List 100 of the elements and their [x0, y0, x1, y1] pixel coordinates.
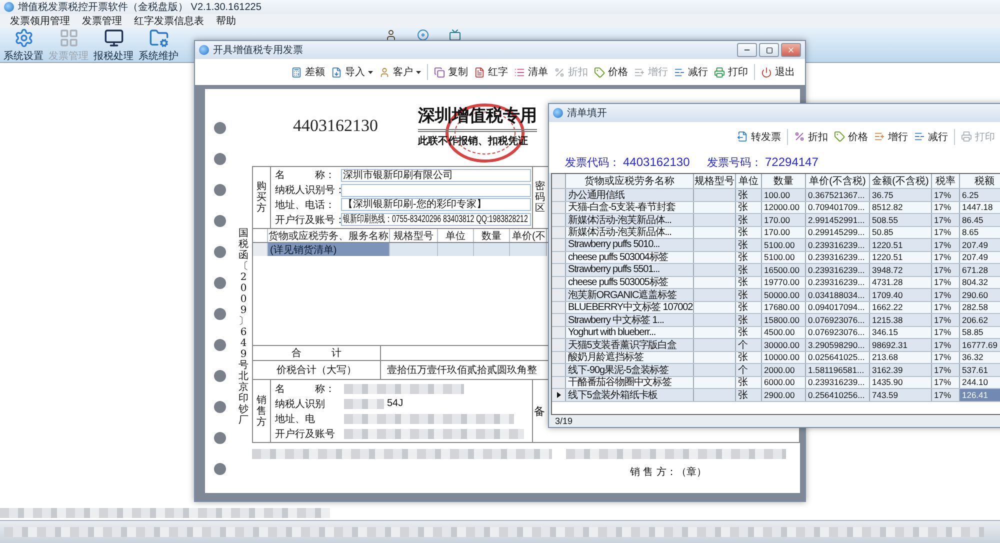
- table-row[interactable]: 线下-90g果泥-5盒装标签 个 2000.00 1.581196581... 3162.39 17% 537.61: [552, 364, 1000, 376]
- row-header: [552, 302, 566, 313]
- column-header: 单价(不含税): [806, 174, 870, 188]
- user-icon[interactable]: [385, 29, 397, 41]
- toolbar-button[interactable]: 退出: [761, 65, 795, 79]
- table-row[interactable]: Strawberry 中文标签 1... 张 15800.00 0.076923076... 1215.38 17% 206.62: [552, 314, 1000, 326]
- toolbar-button[interactable]: 系统维护: [137, 28, 180, 62]
- maximize-button[interactable]: [759, 43, 779, 57]
- table-cell[interactable]: [390, 243, 438, 256]
- list-plus-icon: [874, 131, 885, 142]
- table-row[interactable]: 线下5盒装外箱纸卡板 张 2900.00 0.256410256... 743.59 17% 126.41: [552, 389, 1000, 402]
- table-cell: 213.68: [870, 352, 932, 363]
- toolbar-button[interactable]: 减行: [674, 65, 708, 79]
- table-cell[interactable]: [474, 243, 510, 256]
- table-cell: 1662.22: [870, 302, 932, 313]
- copy-icon: [434, 66, 445, 78]
- row-header: [552, 214, 566, 226]
- table-cell: 17680.00: [762, 302, 806, 313]
- toolbar-button[interactable]: 报税处理: [92, 28, 135, 62]
- table-cell: 17%: [932, 252, 960, 263]
- toolbar-button[interactable]: 价格: [594, 65, 628, 79]
- toolbar-button[interactable]: 打印: [714, 65, 748, 79]
- window-logo-icon: [553, 108, 563, 118]
- table-cell: Strawberry puffs 5501...: [566, 264, 694, 276]
- input-field[interactable]: [341, 184, 531, 197]
- table-cell: 5100.00: [762, 252, 806, 263]
- table-cell[interactable]: [438, 243, 474, 256]
- table-row[interactable]: Strawberry puffs 5501... 张 16500.00 0.239316239... 3948.72 17% 671.28: [552, 264, 1000, 276]
- field-label: 名 称：: [274, 169, 336, 182]
- table-row[interactable]: 泡芙新ORGANIC遮盖标签 张 50000.00 0.034188034... 1709.40 17% 290.60: [552, 289, 1000, 302]
- disc-icon[interactable]: [417, 29, 429, 41]
- table-cell: 671.28: [960, 264, 1000, 276]
- tag-icon: [594, 66, 605, 78]
- table-cell: 17%: [932, 339, 960, 350]
- table-cell: 2.991452991...: [806, 214, 870, 226]
- toolbar-button[interactable]: 转发票: [737, 130, 781, 144]
- toolbar-button[interactable]: 导入: [331, 65, 373, 79]
- table-row[interactable]: 办公通用信纸 张 100.00 0.367521367... 36.75 17% 6.25: [552, 189, 1000, 202]
- table-cell: 17%: [932, 189, 960, 200]
- invoice-code: 4403162130: [623, 155, 691, 169]
- table-row[interactable]: 酸奶月龄遮挡标签 张 10000.00 0.025641025... 213.68 17% 36.32: [552, 352, 1000, 364]
- table-row[interactable]: 天猫5支装香薰识字版白盒 个 30000.00 3.290598290... 98692.31 17% 16777.69: [552, 339, 1000, 352]
- table-row[interactable]: BLUEBERRY中文标签 107002 张 17680.00 0.094017094... 1662.22 17% 282.58: [552, 302, 1000, 314]
- list-icon: [514, 66, 525, 78]
- toolbar-button[interactable]: 系统设置: [2, 28, 45, 62]
- table-cell: BLUEBERRY中文标签 107002: [566, 302, 694, 313]
- table-row[interactable]: Yoghurt with blueberr... 张 4500.00 0.076923076... 346.15 17% 58.85: [552, 326, 1000, 339]
- table-cell: 50.85: [870, 226, 932, 238]
- menu-item[interactable]: 发票管理: [77, 14, 127, 28]
- table-cell: 1220.51: [870, 239, 932, 250]
- table-cell: 0.709401709...: [806, 202, 870, 213]
- toolbar-button[interactable]: 红字: [474, 65, 508, 79]
- table-cell: 0.025641025...: [806, 352, 870, 363]
- table-cell: 98692.31: [870, 339, 932, 350]
- toolbar-button[interactable]: 折扣: [794, 130, 828, 144]
- table-row[interactable]: Strawberry puffs 5010... 张 5100.00 0.239316239... 1220.51 17% 207.49: [552, 239, 1000, 252]
- toolbar-button[interactable]: 客户: [379, 65, 421, 79]
- table-row[interactable]: cheese puffs 503004标签 张 5100.00 0.239316239... 1220.51 17% 207.49: [552, 252, 1000, 264]
- row-header: [552, 326, 566, 338]
- table-cell: 张: [736, 389, 762, 400]
- menu-item[interactable]: 红字发票信息表: [129, 14, 209, 28]
- app-logo-icon: [4, 2, 14, 12]
- invoice-number: 72294147: [765, 155, 820, 169]
- table-cell: 207.49: [960, 252, 1000, 263]
- table-row[interactable]: 干酪番茄谷物圈中文标签 张 6000.00 0.239316239... 1435.90 17% 244.10: [552, 376, 1000, 389]
- toolbar-button[interactable]: 清单: [514, 65, 548, 79]
- field-label: 地址、电话：: [274, 198, 336, 212]
- table-cell: 张: [736, 239, 762, 250]
- table-row[interactable]: 新媒体活动-泡芙新品体... 张 170.00 0.299145299... 50.85 17% 8.65: [552, 226, 1000, 239]
- toolbar-button[interactable]: 增行: [874, 130, 908, 144]
- table-row[interactable]: cheese puffs 503005标签 张 19770.00 0.239316239... 4731.28 17% 804.32: [552, 276, 1000, 289]
- table-row[interactable]: 新媒体活动-泡芙新品体... 张 170.00 2.991452991... 508.55 17% 86.45: [552, 214, 1000, 226]
- toolbar-button[interactable]: 复制: [434, 65, 468, 79]
- folder-gear-icon: [148, 28, 168, 48]
- table-cell[interactable]: (详见销货清单): [268, 243, 390, 256]
- toolbar-button[interactable]: 价格: [834, 130, 868, 144]
- table-row[interactable]: 天猫-白盒-5支装-春节封套 张 12000.00 0.709401709... 8512.82 17% 1447.18: [552, 202, 1000, 214]
- table-cell: 537.61: [960, 364, 1000, 376]
- window-logo-icon: [199, 45, 209, 55]
- table-cell: 1220.51: [870, 252, 932, 263]
- table-cell: 17%: [932, 289, 960, 300]
- menu-item[interactable]: 发票领用管理: [5, 14, 75, 28]
- percent-icon: [794, 131, 805, 142]
- table-cell: 58.85: [960, 326, 1000, 338]
- table-cell: 0.076923076...: [806, 314, 870, 326]
- menu-item[interactable]: 帮助: [211, 14, 241, 28]
- table-cell[interactable]: [510, 243, 547, 256]
- app-title: 增值税发票税控开票软件（金税盘版） V2.1.30.161225: [18, 0, 262, 14]
- toolbar-button[interactable]: 减行: [914, 130, 948, 144]
- table-cell: 290.60: [960, 289, 1000, 300]
- column-header: 单价(不: [510, 229, 547, 242]
- toolbar-button[interactable]: 差额: [291, 65, 325, 79]
- table-cell: 8512.82: [870, 202, 932, 213]
- file-export-icon: [737, 131, 748, 142]
- table-cell: 804.32: [960, 276, 1000, 288]
- table-cell: 张: [736, 376, 762, 388]
- table-cell: 743.59: [870, 389, 932, 400]
- table-cell: 3162.39: [870, 364, 932, 376]
- table-cell: 张: [736, 302, 762, 313]
- column-header: 金额(不含税): [870, 174, 932, 188]
